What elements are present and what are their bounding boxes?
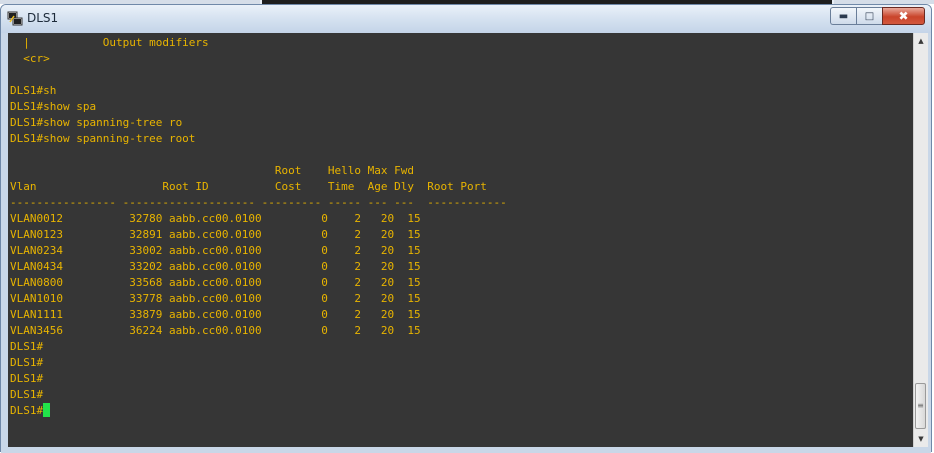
terminal-line: VLAN3456 36224 aabb.cc00.0100 0 2 20 15 <box>10 324 421 337</box>
terminal-line: DLS1# <box>10 388 44 401</box>
terminal-line: DLS1# <box>10 403 507 419</box>
terminal-line: DLS1# <box>10 372 44 385</box>
vertical-scrollbar[interactable]: ▲ ≡ ▼ <box>913 33 928 447</box>
terminal-line: DLS1#show spa <box>10 100 97 113</box>
window-bottom-border <box>1 447 931 453</box>
terminal-line: <cr> <box>10 52 50 65</box>
maximize-button[interactable]: □ <box>856 7 882 25</box>
terminal-line: VLAN0123 32891 aabb.cc00.0100 0 2 20 15 <box>10 228 421 241</box>
terminal-line: VLAN0434 33202 aabb.cc00.0100 0 2 20 15 <box>10 260 421 273</box>
putty-terminal-icon[interactable] <box>7 11 23 27</box>
terminal-line: DLS1#show spanning-tree ro <box>10 116 183 129</box>
terminal-window: DLS1 ▬ □ ✖ | Output modifiers <cr> DLS1#s… <box>0 4 932 453</box>
maximize-icon: □ <box>864 10 875 22</box>
scroll-up-arrow-icon[interactable]: ▲ <box>914 33 928 49</box>
terminal-line: VLAN1111 33879 aabb.cc00.0100 0 2 20 15 <box>10 308 421 321</box>
close-icon: ✖ <box>898 9 909 23</box>
close-button[interactable]: ✖ <box>882 7 925 25</box>
terminal-line: DLS1# <box>10 356 44 369</box>
window-controls: ▬ □ ✖ <box>830 7 925 26</box>
terminal-line: Root Hello Max Fwd <box>10 164 414 177</box>
terminal-output[interactable]: | Output modifiers <cr> DLS1#sh DLS1#show … <box>8 33 916 447</box>
scroll-down-arrow-icon[interactable]: ▼ <box>914 431 928 447</box>
terminal-line: VLAN0234 33002 aabb.cc00.0100 0 2 20 15 <box>10 244 421 257</box>
terminal-line: VLAN0012 32780 aabb.cc00.0100 0 2 20 15 <box>10 212 421 225</box>
terminal-line: DLS1# <box>10 340 44 353</box>
minimize-icon: ▬ <box>838 10 849 22</box>
minimize-button[interactable]: ▬ <box>830 7 856 25</box>
terminal-line: | Output modifiers <box>10 36 209 49</box>
terminal-lines: | Output modifiers <cr> DLS1#sh DLS1#show … <box>10 35 507 419</box>
scrollbar-thumb[interactable]: ≡ <box>915 383 926 429</box>
terminal-line: VLAN0800 33568 aabb.cc00.0100 0 2 20 15 <box>10 276 421 289</box>
terminal-line: DLS1#sh <box>10 84 57 97</box>
terminal-line: ---------------- -------------------- --… <box>10 196 507 209</box>
title-bar[interactable]: DLS1 ▬ □ ✖ <box>1 5 931 33</box>
terminal-cursor <box>43 403 51 417</box>
terminal-line: VLAN1010 33778 aabb.cc00.0100 0 2 20 15 <box>10 292 421 305</box>
window-title: DLS1 <box>27 11 59 25</box>
terminal-line: Vlan Root ID Cost Time Age Dly Root Port <box>10 180 487 193</box>
terminal-line: DLS1#show spanning-tree root <box>10 132 196 145</box>
